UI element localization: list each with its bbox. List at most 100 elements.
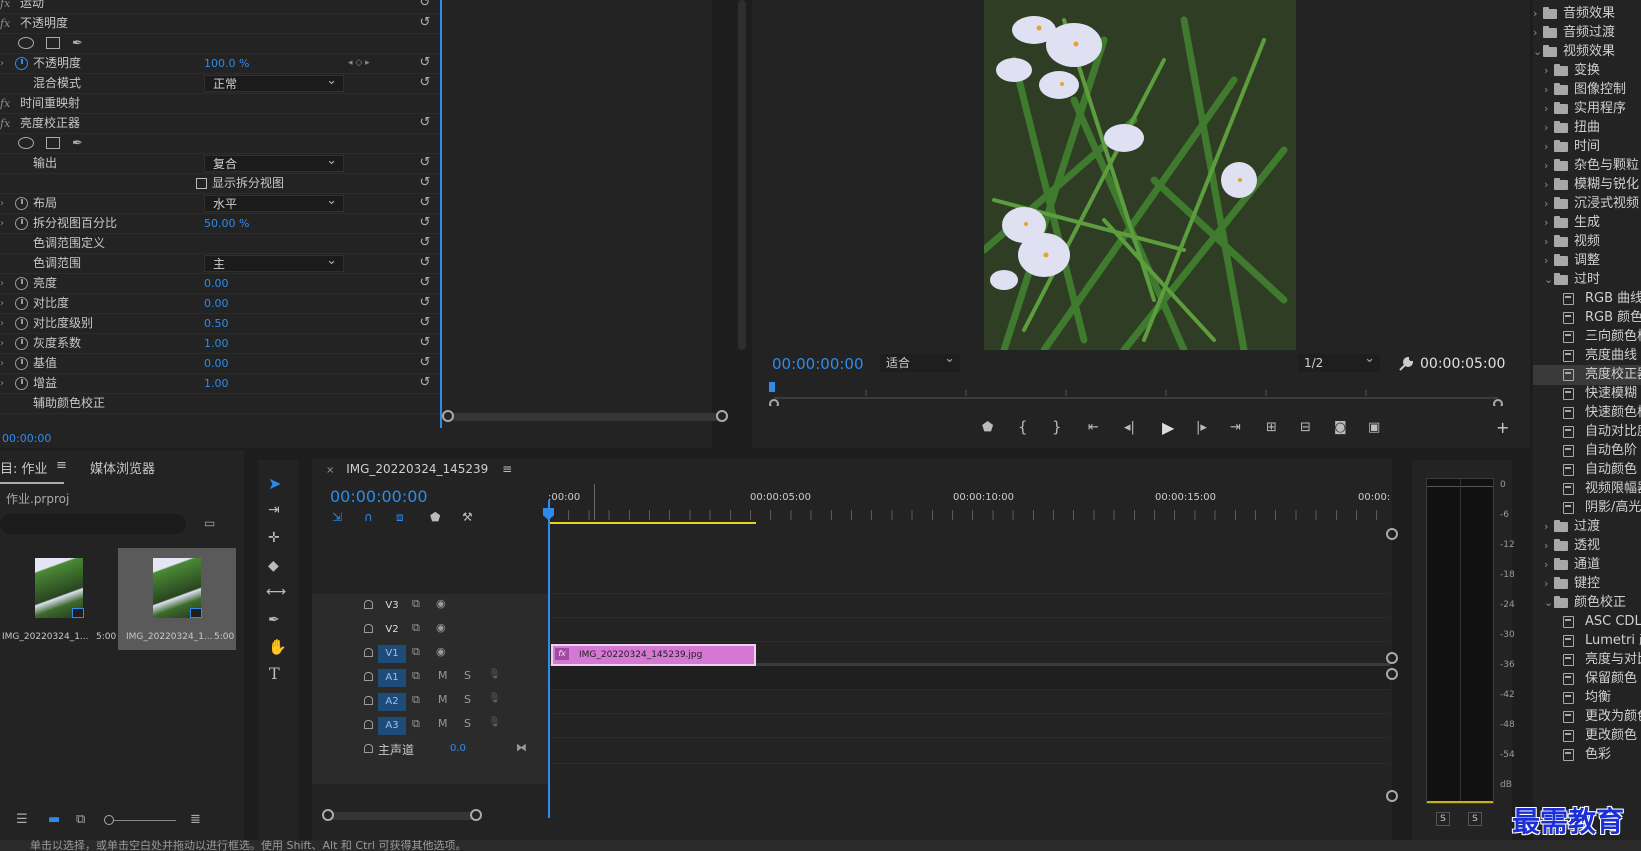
track-lane[interactable]	[548, 618, 1390, 642]
add-marker-icon[interactable]: ⬟	[430, 510, 440, 524]
track-lane[interactable]	[548, 528, 1390, 594]
timeline-playhead[interactable]	[548, 500, 550, 818]
pen-mask-icon[interactable]: ✒	[72, 33, 83, 54]
chevron-right-icon[interactable]: ›	[1544, 99, 1548, 119]
wrench-icon[interactable]	[1398, 356, 1414, 372]
split-view-checkbox[interactable]	[196, 178, 207, 189]
chevron-right-icon[interactable]: ›	[1544, 251, 1548, 271]
work-area-bar[interactable]	[548, 522, 756, 524]
go-to-out-icon[interactable]: ⇥	[1230, 420, 1241, 435]
reset-icon[interactable]: ↺	[418, 76, 432, 90]
effect-item[interactable]: 三向颜色校正器	[1533, 327, 1641, 347]
effect-item[interactable]: 自动色阶	[1533, 441, 1641, 461]
track-name[interactable]: V3	[378, 597, 406, 615]
track-lane[interactable]	[548, 594, 1390, 618]
icon-view-icon[interactable]: ▬	[48, 812, 60, 827]
parameter-dropdown[interactable]: 主	[204, 252, 344, 272]
chevron-right-icon[interactable]: ›	[1533, 23, 1537, 43]
track-lane[interactable]	[548, 690, 1390, 714]
reset-icon[interactable]: ↺	[418, 0, 432, 10]
solo-button[interactable]: S	[464, 669, 471, 682]
sync-lock-icon[interactable]: ⧉	[412, 621, 420, 635]
nest-icon[interactable]: ⇲	[332, 510, 342, 524]
add-button-icon[interactable]: +	[1496, 418, 1509, 437]
effect-item[interactable]: RGB 曲线	[1533, 289, 1641, 309]
mark-out-icon[interactable]: }	[1052, 418, 1062, 436]
sync-lock-icon[interactable]: ⧉	[412, 597, 420, 611]
parameter-dropdown[interactable]: 复合	[204, 152, 344, 172]
linked-selection-icon[interactable]: ⧈	[396, 510, 404, 525]
reset-icon[interactable]: ↺	[418, 156, 432, 170]
sync-lock-icon[interactable]: ⧉	[412, 645, 420, 659]
reset-icon[interactable]: ↺	[418, 116, 432, 130]
effect-item[interactable]: 更改颜色	[1533, 726, 1641, 746]
mute-button[interactable]: M	[438, 717, 448, 730]
parameter-value[interactable]: 0.00	[204, 353, 229, 374]
track-select-tool-icon[interactable]: ⇥	[268, 502, 280, 518]
eye-icon[interactable]: ◉	[436, 621, 446, 634]
effect-item[interactable]: 亮度与对比度	[1533, 650, 1641, 670]
effect-folder[interactable]: › 扭曲	[1533, 118, 1641, 138]
effect-folder[interactable]: › 模糊与锐化	[1533, 175, 1641, 195]
chevron-right-icon[interactable]: ›	[1544, 80, 1548, 100]
microphone-icon[interactable]: 🎙	[488, 693, 501, 704]
step-forward-icon[interactable]: |▸	[1196, 420, 1207, 435]
program-timeline-ruler[interactable]	[766, 380, 1506, 409]
chevron-right-icon[interactable]: ›	[1544, 194, 1548, 214]
effect-item[interactable]: 保留颜色	[1533, 669, 1641, 689]
solo-left-button[interactable]: S	[1436, 812, 1450, 826]
microphone-icon[interactable]: 🎙	[488, 717, 501, 728]
ripple-edit-tool-icon[interactable]: ✛	[268, 530, 280, 546]
reset-icon[interactable]: ↺	[418, 356, 432, 370]
parameter-value[interactable]: 0.00	[204, 273, 229, 294]
fx-badge-icon[interactable]: fx	[0, 0, 10, 14]
effect-folder[interactable]: › 生成	[1533, 213, 1641, 233]
lock-icon[interactable]	[364, 600, 373, 609]
track-name[interactable]: A1	[378, 669, 406, 687]
effect-item[interactable]: 自动颜色	[1533, 460, 1641, 480]
expand-arrow-icon[interactable]: ›	[0, 213, 8, 234]
mark-in-icon[interactable]: {	[1018, 418, 1028, 436]
reset-icon[interactable]: ↺	[418, 16, 432, 30]
expand-arrow-icon[interactable]: ›	[0, 353, 8, 374]
project-search-input[interactable]	[0, 514, 186, 534]
chevron-right-icon[interactable]: ›	[1544, 61, 1548, 81]
solo-button[interactable]: S	[464, 717, 471, 730]
track-lane[interactable]	[548, 666, 1390, 690]
comparison-view-icon[interactable]: ▣	[1368, 420, 1380, 435]
panel-menu-icon[interactable]: ≡	[502, 462, 512, 476]
project-item[interactable]: IMG_20220324_1... 5:00	[0, 548, 118, 650]
chevron-right-icon[interactable]: ›	[1544, 517, 1548, 537]
parameter-value[interactable]: 50.00 %	[204, 213, 249, 234]
reset-icon[interactable]: ↺	[418, 376, 432, 390]
effect-controls-scrollbar[interactable]	[442, 410, 728, 422]
rectangle-mask-icon[interactable]	[46, 37, 60, 49]
effect-item[interactable]: 亮度曲线	[1533, 346, 1641, 366]
effect-item[interactable]: 快速模糊	[1533, 384, 1641, 404]
chevron-down-icon[interactable]: ⌄	[1544, 270, 1553, 290]
chevron-right-icon[interactable]: ›	[1544, 574, 1548, 594]
zoom-fit-dropdown[interactable]: 适合	[880, 350, 960, 372]
zoom-slider-handle[interactable]	[104, 815, 114, 825]
sync-lock-icon[interactable]: ⧉	[412, 717, 420, 731]
effect-item[interactable]: 色彩	[1533, 745, 1641, 765]
stopwatch-icon[interactable]	[15, 317, 28, 330]
lock-icon[interactable]	[364, 720, 373, 729]
lock-icon[interactable]	[364, 672, 373, 681]
timeline-timecode[interactable]: 00:00:00:00	[330, 487, 428, 506]
fx-badge-icon[interactable]: fx	[0, 93, 10, 114]
program-playhead-timecode[interactable]: 00:00:00:00	[772, 355, 864, 373]
panel-menu-icon[interactable]: ≡	[56, 458, 67, 473]
parameter-dropdown[interactable]: 正常	[204, 72, 344, 92]
playback-resolution-dropdown[interactable]: 1/2	[1298, 350, 1380, 372]
effect-folder[interactable]: › 通道	[1533, 555, 1641, 575]
parameter-value[interactable]: 0.00	[204, 293, 229, 314]
stopwatch-icon[interactable]	[15, 197, 28, 210]
extract-icon[interactable]: ⊟	[1300, 420, 1311, 435]
sort-icon[interactable]: ≣	[190, 812, 201, 827]
expand-arrow-icon[interactable]: ›	[0, 193, 8, 214]
timeline-zoom-scrollbar[interactable]	[322, 809, 482, 821]
freeform-view-icon[interactable]: ⧉	[76, 812, 85, 827]
effect-item[interactable]: 亮度校正器	[1533, 365, 1641, 385]
parameter-dropdown[interactable]: 水平	[204, 192, 344, 212]
